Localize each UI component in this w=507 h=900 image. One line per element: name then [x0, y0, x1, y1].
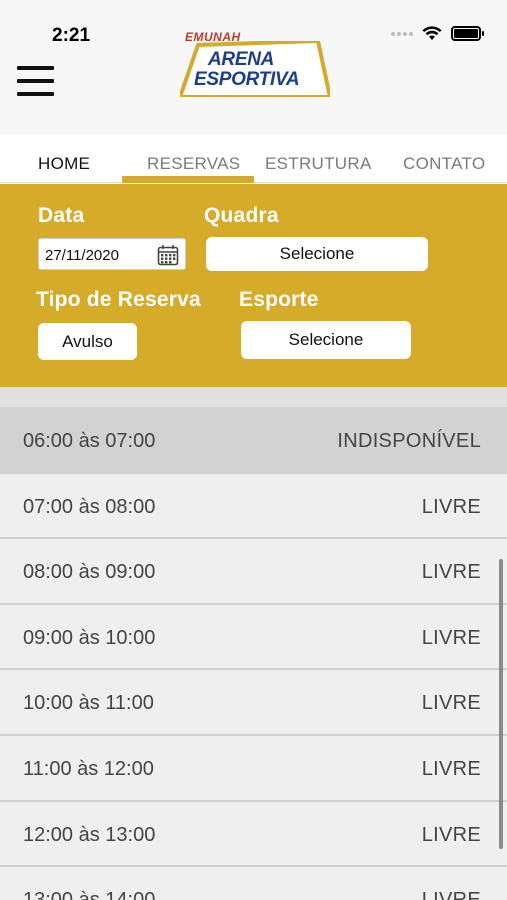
tab-home[interactable]: HOME	[38, 154, 90, 174]
slot-status: LIVRE	[421, 561, 481, 584]
slot-status: LIVRE	[422, 889, 481, 900]
slot-status: LIVRE	[421, 626, 481, 649]
time-slot-row[interactable]: 10:00 às 11:00 LIVRE	[0, 670, 507, 736]
slot-time: 07:00 às 08:00	[23, 495, 156, 518]
tab-estrutura[interactable]: ESTRUTURA	[265, 154, 372, 174]
slot-status: LIVRE	[421, 823, 481, 846]
court-select[interactable]: Selecione	[206, 237, 428, 271]
time-slot-row[interactable]: 08:00 às 09:00 LIVRE	[0, 539, 507, 605]
slot-time: 09:00 às 10:00	[23, 626, 156, 649]
calendar-icon[interactable]	[157, 244, 179, 266]
time-slot-row[interactable]: 11:00 às 12:00 LIVRE	[0, 735, 507, 802]
court-label: Quadra	[204, 204, 279, 227]
tab-reservas[interactable]: RESERVAS	[147, 154, 240, 174]
slot-time: 12:00 às 13:00	[23, 823, 156, 846]
nav-tabs: HOME RESERVAS ESTRUTURA CONTATO	[0, 135, 507, 183]
time-slot-row[interactable]: 12:00 às 13:00 LIVRE	[0, 801, 507, 868]
slot-time: 11:00 às 12:00	[23, 757, 154, 780]
status-time: 2:21	[52, 25, 91, 46]
date-field[interactable]: 27/11/2020	[38, 238, 186, 270]
time-slot-row[interactable]: 13:00 às 14:00 LIVRE	[0, 867, 507, 900]
list-header	[0, 387, 507, 408]
sport-select[interactable]: Selecione	[241, 321, 411, 359]
reservation-filters: Data Quadra 27/11/2020 Selecione Tipo de…	[0, 184, 507, 387]
tab-indicator	[122, 176, 254, 183]
date-label: Data	[38, 204, 85, 227]
slot-status: LIVRE	[421, 495, 481, 518]
logo-line-esportiva: ESPORTIVA	[194, 69, 300, 90]
time-slot-list[interactable]: 06:00 às 07:00 INDISPONÍVEL 07:00 às 08:…	[0, 387, 507, 900]
logo-line-arena: ARENA	[208, 49, 275, 70]
app-header: 2:21 EMUNAH ARENA ESPORTIVA	[0, 0, 507, 135]
slot-status: INDISPONÍVEL	[337, 430, 481, 452]
tab-contato[interactable]: CONTATO	[403, 154, 485, 174]
list-scrollbar[interactable]	[499, 559, 503, 849]
time-slot-row[interactable]: 06:00 às 07:00 INDISPONÍVEL	[0, 408, 507, 474]
time-slot-row[interactable]: 09:00 às 10:00 LIVRE	[0, 604, 507, 671]
slot-time: 10:00 às 11:00	[23, 692, 154, 715]
sport-label: Esporte	[239, 288, 319, 311]
battery-icon	[451, 26, 484, 41]
slot-status: LIVRE	[421, 757, 481, 780]
wifi-icon	[422, 26, 442, 40]
slot-status: LIVRE	[421, 692, 481, 715]
slot-time: 08:00 às 09:00	[23, 561, 156, 584]
date-value: 27/11/2020	[45, 247, 119, 264]
slot-time: 06:00 às 07:00	[23, 430, 156, 452]
signal-icon	[391, 31, 413, 36]
time-slot-row[interactable]: 07:00 às 08:00 LIVRE	[0, 473, 507, 540]
reservation-type-label: Tipo de Reserva	[36, 288, 201, 311]
reservation-type-select[interactable]: Avulso	[38, 323, 137, 360]
arena-logo: EMUNAH ARENA ESPORTIVA	[178, 27, 330, 99]
hamburger-icon[interactable]	[17, 66, 55, 96]
slot-time: 13:00 às 14:00	[23, 889, 155, 900]
status-icons	[391, 26, 484, 41]
